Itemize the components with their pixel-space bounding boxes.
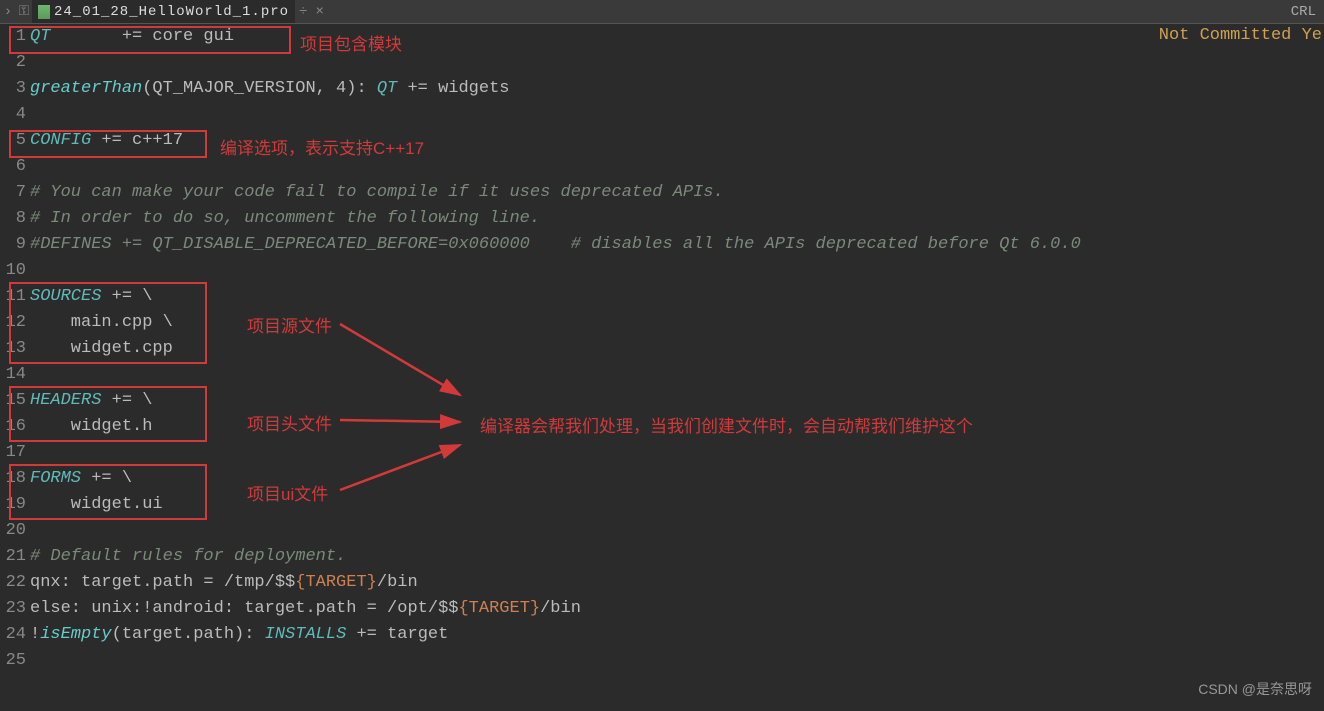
- line-number: 20: [0, 518, 26, 544]
- code-line[interactable]: else: unix:!android: target.path = /opt/…: [30, 596, 1324, 622]
- line-number: 23: [0, 596, 26, 622]
- annotation-label: 项目源文件: [247, 312, 332, 337]
- vcs-status: Not Committed Ye: [1159, 26, 1322, 45]
- line-number: 14: [0, 362, 26, 388]
- file-tab[interactable]: 24_01_28_HelloWorld_1.pro: [32, 0, 295, 23]
- line-number: 21: [0, 544, 26, 570]
- code-area[interactable]: QT += core gui greaterThan(QT_MAJOR_VERS…: [30, 24, 1324, 674]
- annotation-label: 编译选项，表示支持C++17: [220, 134, 424, 159]
- line-number: 7: [0, 180, 26, 206]
- watermark: CSDN @是奈思呀: [1198, 679, 1312, 699]
- code-line[interactable]: FORMS += \: [30, 466, 1324, 492]
- line-number: 15: [0, 388, 26, 414]
- code-line[interactable]: !isEmpty(target.path): INSTALLS += targe…: [30, 622, 1324, 648]
- tab-bar: › ⚿ 24_01_28_HelloWorld_1.pro ÷ × CRL: [0, 0, 1324, 24]
- line-number: 17: [0, 440, 26, 466]
- code-line[interactable]: # You can make your code fail to compile…: [30, 180, 1324, 206]
- line-number: 4: [0, 102, 26, 128]
- code-line[interactable]: qnx: target.path = /tmp/$${TARGET}/bin: [30, 570, 1324, 596]
- code-line[interactable]: [30, 648, 1324, 674]
- tab-dropdown-icon[interactable]: ÷: [295, 4, 311, 20]
- code-line[interactable]: main.cpp \: [30, 310, 1324, 336]
- line-number: 18: [0, 466, 26, 492]
- code-line[interactable]: SOURCES += \: [30, 284, 1324, 310]
- code-line[interactable]: HEADERS += \: [30, 388, 1324, 414]
- code-line[interactable]: [30, 518, 1324, 544]
- line-number: 9: [0, 232, 26, 258]
- line-number: 10: [0, 258, 26, 284]
- line-number: 16: [0, 414, 26, 440]
- code-line[interactable]: #DEFINES += QT_DISABLE_DEPRECATED_BEFORE…: [30, 232, 1324, 258]
- code-line[interactable]: QT += core gui: [30, 24, 1324, 50]
- line-number: 6: [0, 154, 26, 180]
- annotation-label: 项目头文件: [247, 410, 332, 435]
- tab-close-icon[interactable]: ×: [311, 4, 327, 20]
- line-number: 13: [0, 336, 26, 362]
- lock-icon[interactable]: ⚿: [16, 4, 32, 20]
- code-line[interactable]: greaterThan(QT_MAJOR_VERSION, 4): QT += …: [30, 76, 1324, 102]
- code-line[interactable]: [30, 258, 1324, 284]
- code-editor[interactable]: 1 2 3 4 5 6 7 8 9 10 11 12 13 14 15 16 1…: [0, 24, 1324, 674]
- line-number: 3: [0, 76, 26, 102]
- tab-filename: 24_01_28_HelloWorld_1.pro: [54, 4, 289, 20]
- annotation-label: 项目ui文件: [247, 480, 328, 505]
- annotation-label: 项目包含模块: [300, 30, 402, 55]
- line-number: 25: [0, 648, 26, 674]
- code-line[interactable]: [30, 50, 1324, 76]
- line-number: 8: [0, 206, 26, 232]
- code-line[interactable]: widget.cpp: [30, 336, 1324, 362]
- annotation-label: 编译器会帮我们处理，当我们创建文件时，会自动帮我们维护这个: [480, 412, 973, 437]
- line-ending-indicator: CRL: [1291, 4, 1324, 20]
- code-line[interactable]: [30, 362, 1324, 388]
- code-line[interactable]: # Default rules for deployment.: [30, 544, 1324, 570]
- line-number: 1: [0, 24, 26, 50]
- nav-icon[interactable]: ›: [0, 4, 16, 20]
- line-number: 11: [0, 284, 26, 310]
- code-line[interactable]: [30, 440, 1324, 466]
- line-number: 12: [0, 310, 26, 336]
- line-number: 24: [0, 622, 26, 648]
- code-line[interactable]: widget.ui: [30, 492, 1324, 518]
- line-number: 5: [0, 128, 26, 154]
- code-line[interactable]: [30, 102, 1324, 128]
- line-number-gutter: 1 2 3 4 5 6 7 8 9 10 11 12 13 14 15 16 1…: [0, 24, 30, 674]
- line-number: 19: [0, 492, 26, 518]
- code-line[interactable]: # In order to do so, uncomment the follo…: [30, 206, 1324, 232]
- line-number: 22: [0, 570, 26, 596]
- line-number: 2: [0, 50, 26, 76]
- file-icon: [38, 5, 50, 19]
